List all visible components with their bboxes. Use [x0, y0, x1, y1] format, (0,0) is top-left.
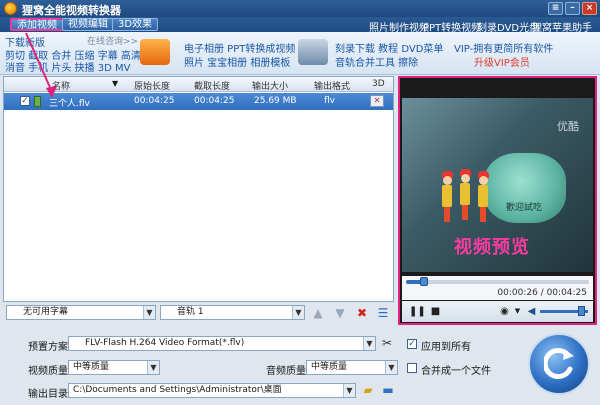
settings-icon[interactable]: ≡ — [548, 2, 563, 15]
upgrade-vip-link[interactable]: 升级VIP会员 — [474, 54, 530, 69]
pause-icon[interactable]: ❚❚ — [409, 306, 426, 317]
title-bar: 狸窝全能视频转换器 ≡ – × — [0, 0, 600, 17]
doll-figure — [460, 169, 471, 220]
video-file-icon — [34, 96, 41, 107]
folder-icon[interactable]: ▰ — [361, 383, 375, 397]
preset-select[interactable]: FLV-Flash H.264 Video Format(*.flv) ▼ — [68, 336, 376, 351]
dvd-tools-line-2[interactable]: 音轨合并工具 擦除 — [335, 54, 418, 69]
video-quality-label: 视频质量: — [28, 366, 72, 377]
audio-track-select[interactable]: 音轨 1 ▼ — [160, 305, 305, 320]
convert-button[interactable] — [528, 333, 590, 395]
time-current: 00:00:26 — [497, 288, 538, 298]
move-up-icon[interactable]: ▲ — [311, 306, 325, 320]
playback-time: 00:00:26 / 00:04:25 — [497, 288, 587, 298]
volume-icon[interactable]: ◀ — [526, 306, 537, 317]
merge-files-label: 合并成一个文件 — [421, 366, 491, 377]
player-controls: ❚❚ ■ ◉ ▼ ◀ — [402, 301, 593, 322]
table-row[interactable]: ✓ 三个人.flv 00:04:25 00:04:25 25.69 MB flv… — [4, 93, 393, 110]
menu-bar: 添加视频 视频编辑 3D效果 照片制作视频 PPT转换视频 刻录DVD光盘 狸窝… — [0, 17, 600, 34]
doll-figure — [442, 171, 453, 222]
tools-icon[interactable]: ✂ — [380, 336, 394, 350]
video-quality-value: 中等质量 — [73, 362, 110, 372]
app-logo-icon — [4, 2, 17, 15]
cut-length: 00:04:25 — [194, 96, 235, 106]
col-name[interactable]: 名称 — [52, 79, 70, 92]
file-list: 名称 ▼ 原始长度 截取长度 输出大小 输出格式 3D ✓ 三个人.flv 00… — [3, 76, 394, 302]
window-controls: ≡ – × — [548, 2, 597, 15]
scene-text: 歡迎試吃 — [506, 203, 543, 213]
album-tools-line-1[interactable]: 电子相册 PPT转换成视频 — [184, 40, 295, 55]
time-total: 00:04:25 — [546, 288, 587, 298]
output-dir-label: 输出目录: — [28, 389, 72, 400]
chevron-down-icon[interactable]: ▼ — [363, 337, 375, 350]
video-watermark: 优酷 — [557, 120, 579, 133]
col-cut-length[interactable]: 截取长度 — [194, 79, 230, 92]
move-down-icon[interactable]: ▼ — [333, 306, 347, 320]
online-consult-link[interactable]: 在线咨询>> — [87, 34, 138, 47]
file-name: 三个人.flv — [49, 99, 90, 109]
audio-quality-select[interactable]: 中等质量 ▼ — [306, 360, 398, 375]
video-quality-select[interactable]: 中等质量 ▼ — [68, 360, 160, 375]
row-checkbox[interactable]: ✓ — [20, 96, 30, 106]
output-dir-field[interactable]: C:\Documents and Settings\Administrator\… — [68, 383, 356, 398]
close-icon[interactable]: × — [582, 2, 597, 15]
minimize-icon[interactable]: – — [565, 2, 580, 15]
snapshot-menu-icon[interactable]: ▼ — [512, 306, 523, 317]
ppt-icon[interactable] — [140, 39, 170, 65]
snapshot-icon[interactable]: ◉ — [499, 306, 510, 317]
subtitle-audio-bar: 无可用字幕 ▼ 音轨 1 ▼ ▲ ▼ ✖ ☰ — [3, 304, 394, 322]
video-preview-panel: 优酷 歡迎試吃 视频预览 00:00:26 / 00:04:25 ❚❚ ■ ◉ … — [398, 76, 597, 325]
output-dir-value: C:\Documents and Settings\Administrator\… — [73, 385, 282, 395]
sort-icon[interactable]: ▼ — [112, 79, 118, 88]
seek-bar[interactable]: 00:00:26 / 00:04:25 — [402, 276, 593, 300]
video-edit-button[interactable]: 视频编辑 — [62, 18, 114, 31]
vip-promo-link[interactable]: VIP-拥有更简所有软件 — [454, 40, 553, 55]
chevron-down-icon[interactable]: ▼ — [143, 306, 155, 319]
add-video-button[interactable]: 添加视频 — [10, 18, 64, 31]
merge-files-checkbox[interactable] — [407, 363, 417, 373]
seek-thumb[interactable] — [420, 277, 428, 286]
list-settings-icon[interactable]: ☰ — [376, 306, 390, 320]
subtitle-select-value: 无可用字幕 — [23, 307, 69, 317]
apply-all-label: 应用到所有 — [421, 342, 471, 353]
file-list-header: 名称 ▼ 原始长度 截取长度 输出大小 输出格式 3D — [4, 77, 393, 92]
chevron-down-icon[interactable]: ▼ — [292, 306, 304, 319]
col-3d[interactable]: 3D — [372, 79, 385, 89]
window-title: 狸窝全能视频转换器 — [22, 4, 121, 17]
chevron-down-icon[interactable]: ▼ — [385, 361, 397, 374]
download-row-2[interactable]: 消音 手机 片头 抉播 3D MV — [5, 59, 130, 74]
delete-icon[interactable]: ✖ — [355, 306, 369, 320]
original-length: 00:04:25 — [134, 96, 175, 106]
col-output-format[interactable]: 输出格式 — [314, 79, 350, 92]
convert-icon — [544, 348, 574, 380]
dvd-tools-line-1[interactable]: 刻录下载 教程 DVD菜单 — [335, 40, 443, 55]
dvd-icon[interactable] — [298, 39, 328, 65]
album-tools-line-2[interactable]: 照片 宝宝相册 相册模板 — [184, 54, 290, 69]
apply-all-checkbox[interactable]: ✓ — [407, 339, 417, 349]
3d-toggle-icon[interactable]: ✕ — [370, 95, 384, 107]
subtitle-select[interactable]: 无可用字幕 ▼ — [6, 305, 156, 320]
3d-effect-button[interactable]: 3D效果 — [112, 18, 159, 31]
output-size: 25.69 MB — [254, 96, 297, 106]
promo-banner: 下载新版 在线咨询>> 剪切 截取 合并 压缩 字幕 高清 消音 手机 片头 抉… — [0, 32, 600, 75]
output-format: flv — [324, 96, 335, 106]
settings-panel: 预置方案: FLV-Flash H.264 Video Format(*.flv… — [0, 327, 520, 405]
volume-thumb[interactable] — [578, 306, 585, 316]
audio-track-value: 音轨 1 — [177, 307, 204, 317]
chevron-down-icon[interactable]: ▼ — [147, 361, 159, 374]
seek-track[interactable] — [406, 280, 589, 284]
video-screen[interactable]: 优酷 歡迎試吃 视频预览 — [402, 98, 593, 272]
audio-quality-label: 音频质量: — [266, 366, 310, 377]
chevron-down-icon[interactable]: ▼ — [343, 384, 355, 397]
doll-figure — [478, 171, 489, 222]
stop-icon[interactable]: ■ — [430, 306, 441, 317]
open-folder-icon[interactable]: ▬ — [381, 383, 395, 397]
audio-quality-value: 中等质量 — [311, 362, 348, 372]
preview-label: 视频预览 — [454, 237, 530, 258]
preset-label: 预置方案: — [28, 342, 72, 353]
col-output-size[interactable]: 输出大小 — [252, 79, 288, 92]
preset-value: FLV-Flash H.264 Video Format(*.flv) — [85, 338, 245, 348]
col-original-length[interactable]: 原始长度 — [134, 79, 170, 92]
